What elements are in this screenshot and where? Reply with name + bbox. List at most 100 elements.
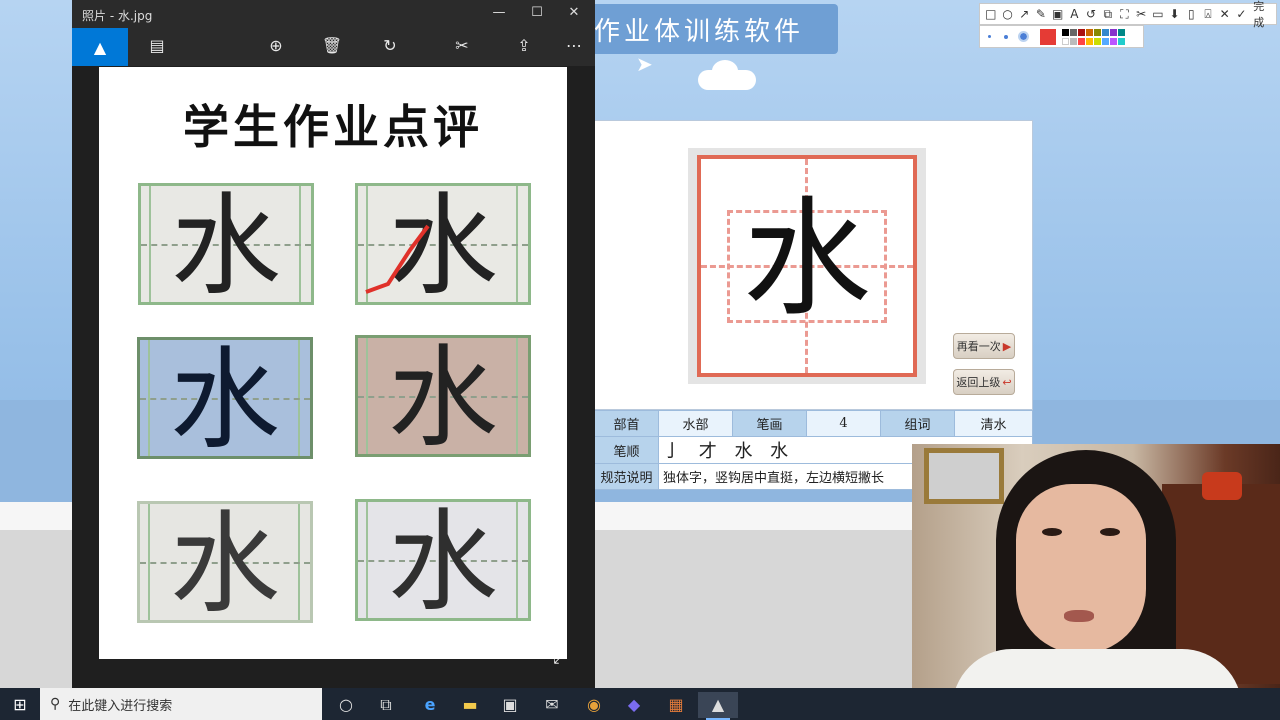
photo-toolbar: ▲ ▤ ⊕ 🗑 ↻ ✂ ⇪ ⋯	[72, 28, 595, 66]
share-icon[interactable]: ⇪	[512, 36, 536, 55]
taskbar: ⊞ ⚲ 在此键入进行搜索 ○ ⧉ e ▬ ▣ ✉ ◉ ◆ ▦ ▲	[0, 688, 1280, 720]
color-swatch[interactable]	[1086, 38, 1093, 45]
color-swatch[interactable]	[1118, 38, 1125, 45]
photos-icon-glyph: ▲	[711, 695, 725, 714]
file-explorer-icon[interactable]: ▬	[450, 692, 490, 718]
taskbar-search[interactable]: ⚲ 在此键入进行搜索	[40, 688, 322, 720]
color-swatch[interactable]	[1062, 38, 1069, 45]
sample-writing-6: 水	[355, 499, 531, 621]
windows-start-icon[interactable]: ⊞	[0, 688, 40, 720]
play-icon: ▶	[1002, 339, 1012, 353]
slideshow-icon[interactable]: ▤	[145, 36, 169, 55]
color-swatch[interactable]	[1110, 38, 1117, 45]
annotation-toolbar: □ ○ ↗ ✎ ▣ A ↺ ⧉ ⛶ ✂ ▭ ⬇ ▯ ⍓ ✕ ✓ 完成	[979, 0, 1277, 29]
app-title-banner: 作业体训练软件	[582, 4, 838, 54]
delete-icon[interactable]: 🗑	[320, 36, 344, 55]
back-button[interactable]: 返回上级 ↩	[953, 369, 1015, 395]
done-button[interactable]: 完成	[1253, 0, 1272, 30]
replay-button[interactable]: 再看一次 ▶	[953, 333, 1015, 359]
norm-label: 规范说明	[594, 463, 659, 490]
minimize-button[interactable]: —	[484, 5, 514, 20]
rotate-icon[interactable]: ↻	[378, 36, 402, 55]
close-button[interactable]: ✕	[559, 5, 589, 20]
download-icon[interactable]: ⬇	[1168, 7, 1182, 21]
brush-size-small[interactable]	[988, 35, 991, 38]
text-icon[interactable]: A	[1068, 7, 1082, 21]
mosaic-icon[interactable]: ▣	[1051, 7, 1065, 21]
color-swatch[interactable]	[1094, 29, 1101, 36]
photo-viewer-window: 照片 - 水.jpg — ☐ ✕ ▲ ▤ ⊕ 🗑 ↻ ✂ ⇪ ⋯ 学生作业点评 …	[72, 0, 595, 688]
pen-icon[interactable]: ✎	[1034, 7, 1048, 21]
color-swatch[interactable]	[1102, 29, 1109, 36]
sample-character: 水	[170, 501, 280, 623]
photos-icon[interactable]: ▲	[698, 692, 738, 720]
edit-icon[interactable]: ✂	[450, 36, 474, 55]
color-swatch[interactable]	[1110, 29, 1117, 36]
presenter-face	[1016, 484, 1146, 654]
sample-writing-2: 水	[355, 183, 531, 305]
brush-size-medium[interactable]	[1004, 35, 1008, 39]
window-titlebar[interactable]: 照片 - 水.jpg — ☐ ✕	[72, 0, 595, 28]
document-title: 学生作业点评	[183, 100, 483, 154]
cortana-icon[interactable]: ○	[326, 692, 366, 718]
app-icon[interactable]: ◆	[614, 692, 654, 718]
search-icon: ⚲	[50, 696, 61, 712]
pin-icon[interactable]: ✂	[1134, 7, 1148, 21]
crop-icon[interactable]: ⧉	[1101, 7, 1115, 22]
sample-character: 水	[388, 335, 498, 457]
strokes-label: 笔画	[732, 410, 807, 437]
return-icon: ↩	[1002, 375, 1012, 389]
undo-icon[interactable]: ↺	[1084, 7, 1098, 21]
close-icon[interactable]: ✕	[1218, 7, 1232, 21]
more-icon[interactable]: ⋯	[562, 36, 586, 55]
stroke-order-label: 笔顺	[594, 436, 659, 464]
color-swatch[interactable]	[1070, 38, 1077, 45]
color-swatch[interactable]	[1094, 38, 1101, 45]
strokes-value: 4	[806, 410, 881, 437]
brush-size-large[interactable]	[1018, 31, 1029, 42]
zoom-icon[interactable]: ⊕	[264, 36, 288, 55]
wall-picture	[924, 448, 1004, 504]
store-icon[interactable]: ▣	[490, 692, 530, 718]
check-icon[interactable]: ✓	[1235, 7, 1249, 21]
color-swatch[interactable]	[1086, 29, 1093, 36]
window-title: 照片 - 水.jpg	[82, 9, 153, 23]
presenter-mouth	[1064, 610, 1094, 622]
game-icon[interactable]: ▦	[656, 692, 696, 718]
color-swatch[interactable]	[1102, 38, 1109, 45]
cloud-icon	[698, 60, 756, 90]
color-swatch[interactable]	[1070, 29, 1077, 36]
maximize-button[interactable]: ☐	[522, 5, 552, 20]
edge-icon[interactable]: e	[410, 692, 450, 718]
arrow-icon[interactable]: ↗	[1017, 7, 1031, 21]
fullscreen-icon[interactable]: ⤢	[553, 648, 566, 668]
sample-writing-1: 水	[138, 183, 314, 305]
paper-plane-icon: ➤	[636, 52, 653, 76]
color-swatch[interactable]	[1078, 38, 1085, 45]
sample-writing-5: 水	[137, 501, 313, 623]
chrome-icon[interactable]: ◉	[574, 692, 614, 718]
save-icon[interactable]: ▯	[1184, 7, 1198, 21]
red-correction-mark	[365, 224, 430, 294]
active-color-swatch[interactable]	[1040, 29, 1056, 45]
task-view-icon[interactable]: ⧉	[366, 692, 406, 718]
sample-writing-3: 水	[137, 337, 313, 459]
copy-icon[interactable]: ▭	[1151, 7, 1165, 21]
mail-icon[interactable]: ✉	[532, 692, 572, 718]
webcam-video	[912, 444, 1280, 690]
circle-icon[interactable]: ○	[1001, 7, 1015, 21]
info-row-basic: 部首 水部 笔画 4 组词 清水	[594, 410, 1033, 437]
radical-value: 水部	[658, 410, 733, 437]
presenter-eye	[1100, 528, 1120, 536]
expand-icon[interactable]: ⛶	[1118, 7, 1132, 22]
sample-writing-4: 水	[355, 335, 531, 457]
square-icon[interactable]: □	[984, 7, 998, 21]
color-palette	[979, 25, 1144, 48]
color-swatch[interactable]	[1062, 29, 1069, 36]
color-swatch[interactable]	[1118, 29, 1125, 36]
color-swatch[interactable]	[1078, 29, 1085, 36]
character-display: 水	[742, 185, 871, 334]
bookmark-icon[interactable]: ⍓	[1201, 7, 1215, 22]
picture-icon[interactable]: ▲	[72, 28, 128, 66]
back-button-label: 返回上级	[956, 376, 1001, 389]
